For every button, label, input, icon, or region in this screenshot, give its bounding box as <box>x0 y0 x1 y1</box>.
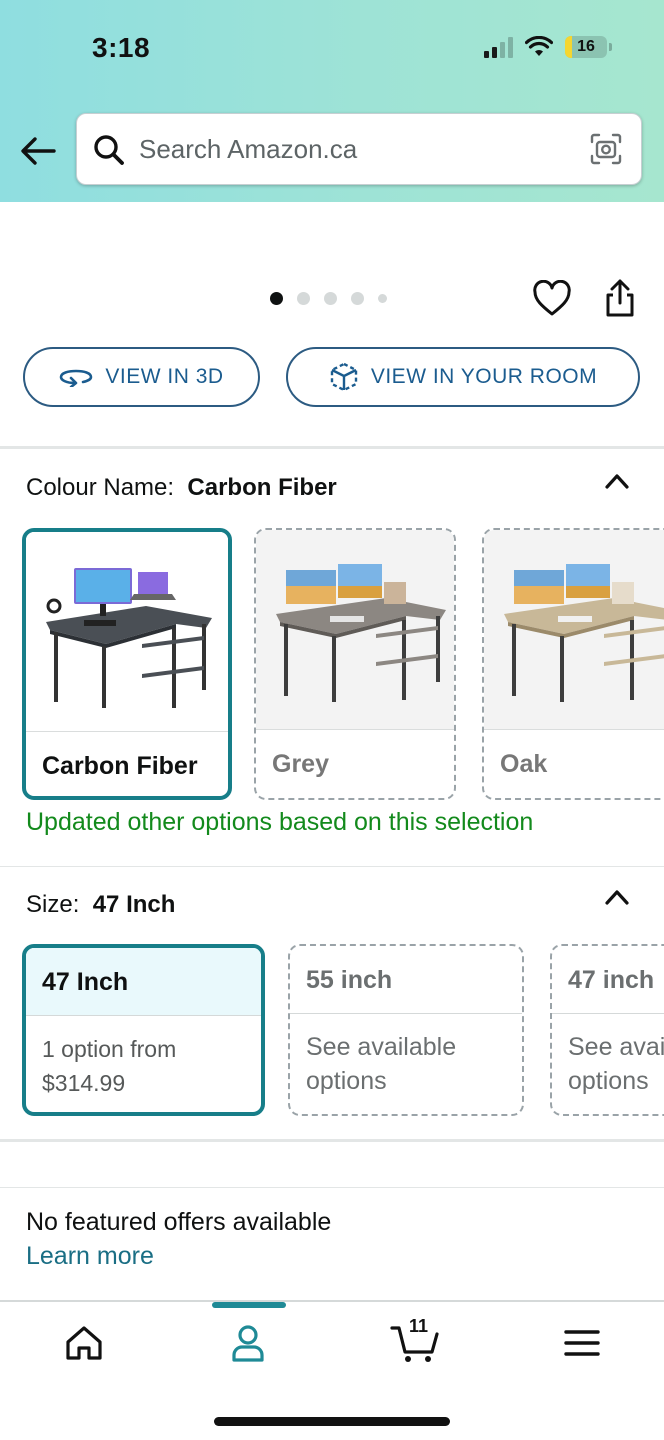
cart-count-badge: 11 <box>409 1316 429 1336</box>
view-in-3d-label: VIEW IN 3D <box>105 365 224 388</box>
colour-option-carbon-fiber[interactable]: Carbon Fiber <box>22 528 232 800</box>
colour-name-label: Colour Name: <box>26 474 175 501</box>
view-in-your-room-button[interactable]: VIEW IN YOUR ROOM <box>286 347 640 407</box>
divider <box>0 446 664 449</box>
colour-option-label: Oak <box>500 750 548 778</box>
pager-dot[interactable] <box>324 292 337 305</box>
desk-carbon-fiber-image <box>26 532 228 732</box>
desk-oak-image <box>484 530 664 730</box>
rotate-3d-icon <box>60 369 93 387</box>
status-icons: 16 <box>484 36 612 58</box>
size-option-name: 47 inch <box>568 966 655 994</box>
colour-option-label: Grey <box>272 750 329 778</box>
size-option-line1: 1 option from <box>42 1036 177 1062</box>
size-label: Size: <box>26 891 80 918</box>
size-option-47-inch-alt[interactable]: 47 inch See avail options <box>550 944 664 1116</box>
divider <box>0 866 664 867</box>
chevron-up-icon[interactable] <box>604 472 630 490</box>
size-option-name: 47 Inch <box>42 968 129 996</box>
size-option-header: 55 inch <box>290 946 522 1014</box>
home-icon[interactable] <box>62 1322 106 1364</box>
header: 3:18 16 <box>0 0 664 202</box>
wifi-icon <box>525 36 553 56</box>
size-option-line1: See avail <box>568 1033 664 1061</box>
colour-option-oak[interactable]: Oak <box>482 528 664 800</box>
size-option-line2: options <box>568 1067 649 1095</box>
size-option-header: 47 inch <box>552 946 664 1014</box>
chevron-up-icon[interactable] <box>604 888 630 906</box>
size-option-price: $314.99 <box>42 1070 126 1096</box>
camera-search-icon[interactable] <box>589 132 623 166</box>
battery-tip <box>609 43 612 51</box>
pager-dot[interactable] <box>378 294 387 303</box>
size-option-55-inch[interactable]: 55 inch See available options <box>288 944 524 1116</box>
size-option-detail: See available options <box>306 1030 456 1098</box>
size-value: 47 Inch <box>92 891 176 918</box>
colour-option-grey[interactable]: Grey <box>254 528 456 800</box>
colour-name-row: Colour Name: Carbon Fiber <box>26 474 337 502</box>
active-tab-indicator <box>212 1302 286 1308</box>
size-option-line1: See available <box>306 1033 457 1061</box>
divider <box>0 1187 664 1188</box>
search-icon <box>94 135 124 165</box>
battery-level: 16 <box>577 38 595 55</box>
pager-dot[interactable] <box>270 292 283 305</box>
search-input[interactable] <box>139 128 569 170</box>
home-indicator <box>214 1417 450 1426</box>
cellular-signal-icon <box>484 36 513 58</box>
size-option-line2: options <box>306 1067 387 1095</box>
pager-dot[interactable] <box>297 292 310 305</box>
size-option-detail: 1 option from $314.99 <box>42 1032 176 1100</box>
no-offers-text: No featured offers available <box>26 1208 332 1236</box>
desk-grey-image <box>256 530 454 730</box>
size-option-47-inch[interactable]: 47 Inch 1 option from $314.99 <box>22 944 265 1116</box>
size-option-name: 55 inch <box>306 966 393 994</box>
ar-cube-icon <box>330 362 358 392</box>
image-pager-dots[interactable] <box>270 292 387 305</box>
selection-update-note: Updated other options based on this sele… <box>26 808 534 836</box>
colour-name-value: Carbon Fiber <box>187 474 337 501</box>
divider <box>0 1139 664 1142</box>
colour-option-label: Carbon Fiber <box>42 752 198 780</box>
battery-icon: 16 <box>565 36 607 58</box>
back-arrow-icon[interactable] <box>20 136 56 166</box>
pager-dot[interactable] <box>351 292 364 305</box>
search-bar[interactable] <box>76 113 642 185</box>
account-icon[interactable] <box>226 1322 270 1364</box>
size-option-header: 47 Inch <box>26 948 261 1016</box>
view-in-your-room-label: VIEW IN YOUR ROOM <box>370 365 598 388</box>
size-row: Size: 47 Inch <box>26 891 175 919</box>
status-time: 3:18 <box>92 32 151 63</box>
view-in-3d-button[interactable]: VIEW IN 3D <box>23 347 260 407</box>
share-icon[interactable] <box>602 278 638 318</box>
learn-more-link[interactable]: Learn more <box>26 1242 154 1271</box>
size-option-detail: See avail options <box>568 1030 664 1098</box>
heart-icon[interactable] <box>532 280 572 318</box>
menu-icon[interactable] <box>560 1322 604 1364</box>
